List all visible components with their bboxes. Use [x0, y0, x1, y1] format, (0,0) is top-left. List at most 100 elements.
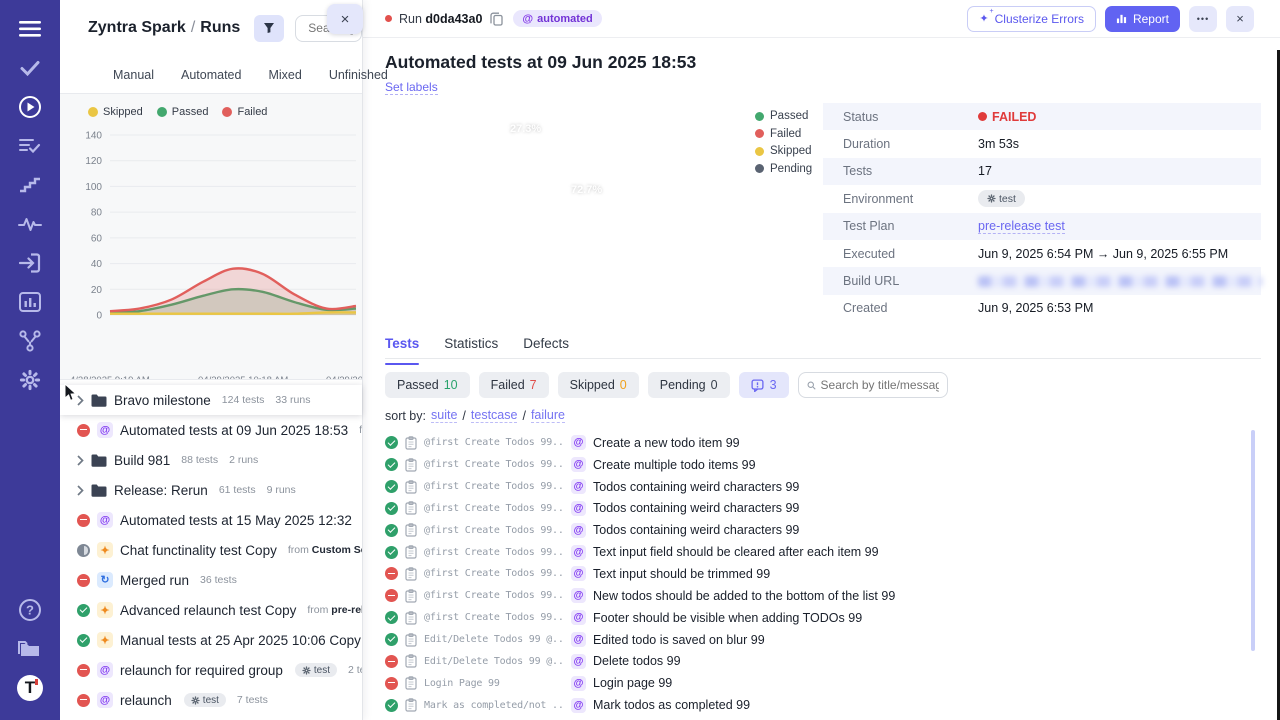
test-suite[interactable]: @first Create Todos 99... — [424, 612, 564, 623]
run-group-row[interactable]: Build 98188 tests2 runs — [60, 445, 362, 475]
tab-unfinished[interactable]: Unfinished — [329, 68, 388, 82]
legend-item-failed[interactable]: Failed — [222, 106, 267, 118]
test-name[interactable]: Text input field should be cleared after… — [593, 545, 879, 559]
test-name[interactable]: New todos should be added to the bottom … — [593, 589, 895, 603]
project-name[interactable]: Zyntra Spark — [88, 19, 186, 36]
test-name[interactable]: Text input should be trimmed 99 — [593, 567, 770, 581]
set-labels-link[interactable]: Set labels — [385, 80, 438, 95]
test-row[interactable]: @first Create Todos 99...@Footer should … — [385, 607, 1280, 629]
filter-pill-skipped[interactable]: Skipped0 — [558, 372, 639, 398]
sort-by-suite[interactable]: suite — [431, 408, 457, 423]
menu-icon[interactable] — [13, 14, 47, 44]
expand-chevron[interactable] — [77, 395, 84, 406]
test-row[interactable]: Login Page 99@Login page 99 — [385, 672, 1280, 694]
run-group-row[interactable]: Bravo milestone124 tests33 runs — [60, 385, 362, 415]
test-row[interactable]: @first Create Todos 99...@Text input fie… — [385, 541, 1280, 563]
tab-automated[interactable]: Automated — [181, 68, 241, 82]
test-suite[interactable]: @first Create Todos 99... — [424, 525, 564, 536]
run-group-row[interactable]: Release: Rerun61 tests9 runs — [60, 475, 362, 505]
report-button[interactable]: Report — [1105, 6, 1180, 32]
test-suite[interactable]: Login Page 99 — [424, 678, 564, 689]
tab-manual[interactable]: Manual — [113, 68, 154, 82]
tests-search[interactable] — [798, 372, 948, 398]
expand-chevron[interactable] — [77, 485, 84, 496]
sort-by-failure[interactable]: failure — [531, 408, 565, 423]
test-suite[interactable]: @first Create Todos 99... — [424, 503, 564, 514]
donut-legend-pending[interactable]: Pending — [755, 163, 812, 175]
bar-chart-icon[interactable] — [13, 287, 47, 317]
donut-legend-skipped[interactable]: Skipped — [755, 145, 812, 157]
test-row[interactable]: @first Create Todos 99...@Create multipl… — [385, 454, 1280, 476]
test-plan-link[interactable]: pre-release test — [978, 219, 1065, 234]
clusterize-errors-button[interactable]: ✦+ Clusterize Errors — [967, 6, 1096, 32]
test-row[interactable]: @first Create Todos 99...@Todos containi… — [385, 519, 1280, 541]
test-row[interactable]: Mark as completed/not ...@Mark todos as … — [385, 694, 1280, 716]
comments-filter-pill[interactable]: 3 — [739, 372, 789, 398]
tab-defects[interactable]: Defects — [523, 336, 569, 358]
list-check-icon[interactable] — [13, 131, 47, 161]
test-row[interactable]: Edit/Delete Todos 99 @...@Edited todo is… — [385, 629, 1280, 651]
test-name[interactable]: Mark todos as completed 99 — [593, 698, 750, 712]
test-suite[interactable]: @first Create Todos 99... — [424, 459, 564, 470]
check-icon[interactable] — [13, 53, 47, 83]
test-suite[interactable]: Edit/Delete Todos 99 @... — [424, 656, 564, 667]
test-name[interactable]: Todos containing weird characters 99 — [593, 523, 799, 537]
test-name[interactable]: Create a new todo item 99 — [593, 436, 740, 450]
pulse-icon[interactable] — [13, 209, 47, 239]
test-row[interactable]: @first Create Todos 99...@Todos containi… — [385, 476, 1280, 498]
filter-pill-passed[interactable]: Passed10 — [385, 372, 470, 398]
steps-icon[interactable] — [13, 170, 47, 200]
test-name[interactable]: Login page 99 — [593, 676, 672, 690]
test-suite[interactable]: @first Create Todos 99... — [424, 590, 564, 601]
filter-button[interactable] — [254, 15, 284, 42]
test-row[interactable]: @first Create Todos 99...@Text input sho… — [385, 563, 1280, 585]
tab-mixed[interactable]: Mixed — [268, 68, 301, 82]
tab-tests[interactable]: Tests — [385, 336, 419, 358]
tab-statistics[interactable]: Statistics — [444, 336, 498, 358]
test-suite[interactable]: Edit/Delete Todos 99 @... — [424, 634, 564, 645]
gear-icon[interactable] — [13, 365, 47, 395]
legend-item-skipped[interactable]: Skipped — [88, 106, 143, 118]
test-row[interactable]: Edit/Delete Todos 99 @...@Delete todos 9… — [385, 650, 1280, 672]
play-circle-icon[interactable] — [13, 92, 47, 122]
test-suite[interactable]: @first Create Todos 99... — [424, 437, 564, 448]
filter-pill-failed[interactable]: Failed7 — [479, 372, 549, 398]
run-row[interactable]: @relaunch for required grouptest2 tests — [60, 655, 362, 685]
tests-scrollbar-thumb[interactable] — [1251, 430, 1255, 651]
test-name[interactable]: Todos containing weird characters 99 — [593, 501, 799, 515]
test-name[interactable]: Edited todo is saved on blur 99 — [593, 633, 765, 647]
drawer-close-button[interactable]: × — [327, 4, 363, 34]
legend-item-passed[interactable]: Passed — [157, 106, 209, 118]
run-row[interactable]: ↻Merged run36 tests — [60, 565, 362, 595]
expand-chevron[interactable] — [77, 455, 84, 466]
run-row[interactable]: @relaunchtest7 tests — [60, 685, 362, 715]
test-row[interactable]: @first Create Todos 99...@New todos shou… — [385, 585, 1280, 607]
donut-legend-failed[interactable]: Failed — [755, 128, 812, 140]
test-suite[interactable]: Mark as completed/not ... — [424, 700, 564, 711]
test-row[interactable]: @first Create Todos 99...@Create a new t… — [385, 432, 1280, 454]
help-icon[interactable]: ? — [13, 595, 47, 625]
sign-in-icon[interactable] — [13, 248, 47, 278]
test-row[interactable]: @first Create Todos 99...@Todos containi… — [385, 498, 1280, 520]
run-row[interactable]: ✦Chat functinality test Copyfrom Custom … — [60, 535, 362, 565]
test-name[interactable]: Create multiple todo items 99 — [593, 458, 756, 472]
branch-icon[interactable] — [13, 326, 47, 356]
folders-icon[interactable] — [13, 634, 47, 664]
run-row[interactable]: @Automated tests at 15 May 2025 12:32fro… — [60, 505, 362, 535]
test-suite[interactable]: @first Create Todos 99... — [424, 568, 564, 579]
tests-search-input[interactable] — [821, 378, 939, 392]
more-actions-button[interactable]: ••• — [1189, 6, 1217, 32]
logo-icon[interactable]: T — [13, 673, 47, 703]
filter-pill-pending[interactable]: Pending0 — [648, 372, 730, 398]
run-row[interactable]: @Automated tests at 09 Jun 2025 18:53fro… — [60, 415, 362, 445]
test-suite[interactable]: @first Create Todos 99... — [424, 547, 564, 558]
test-name[interactable]: Delete todos 99 — [593, 654, 681, 668]
test-name[interactable]: Footer should be visible when adding TOD… — [593, 611, 862, 625]
test-suite[interactable]: @first Create Todos 99... — [424, 481, 564, 492]
run-row[interactable]: ✦Advanced relaunch test Copyfrom pre-rel… — [60, 595, 362, 625]
close-run-button[interactable]: × — [1226, 6, 1254, 32]
run-row[interactable]: ✦Manual tests at 25 Apr 2025 10:06 Copyf… — [60, 625, 362, 655]
test-name[interactable]: Todos containing weird characters 99 — [593, 480, 799, 494]
copy-run-id-button[interactable] — [490, 12, 503, 26]
donut-legend-passed[interactable]: Passed — [755, 110, 812, 122]
